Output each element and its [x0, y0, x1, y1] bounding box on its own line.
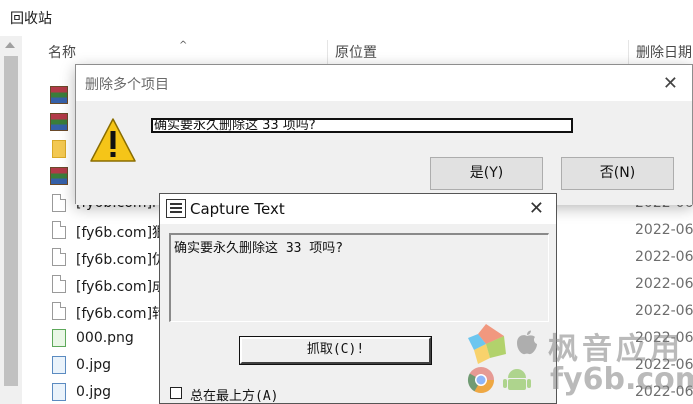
file-date-deleted: 2022-06: [635, 276, 693, 292]
capture-app-icon: [166, 199, 186, 218]
sort-ascending-icon: ^: [179, 40, 188, 51]
yes-button[interactable]: 是(Y): [430, 157, 543, 190]
png-icon: [52, 329, 66, 347]
chrome-logo-icon: [467, 367, 495, 394]
file-name: [fy6b.com]成: [76, 279, 167, 295]
captured-text-area[interactable]: 确实要永久删除这 33 项吗?: [169, 233, 549, 322]
dialog-title: 删除多个项目: [85, 77, 169, 93]
document-icon: [52, 194, 66, 212]
document-icon: [52, 221, 66, 239]
watermark-text-en: fy6b.com: [550, 362, 693, 397]
document-icon: [52, 248, 66, 266]
document-icon: [52, 302, 66, 320]
close-icon[interactable]: ✕: [529, 198, 544, 219]
android-logo-icon: [503, 369, 531, 390]
file-name: 000.png: [76, 330, 134, 346]
jpg-icon: [52, 356, 66, 374]
file-name: 0.jpg: [76, 357, 112, 373]
document-icon: [52, 275, 66, 293]
archive-icon: [50, 167, 68, 185]
warning-icon: [90, 118, 136, 162]
file-name: [fy6b.com]狠: [76, 225, 167, 241]
capture-titlebar: Capture Text ✕: [160, 194, 556, 224]
folder-icon: [52, 140, 66, 158]
file-name: [fy6b.com]转: [76, 306, 167, 322]
file-name: 0.jpg: [76, 384, 112, 400]
checkbox-box[interactable]: [170, 387, 182, 399]
vertical-scrollbar[interactable]: [0, 36, 22, 404]
close-icon[interactable]: ✕: [663, 73, 678, 94]
archive-icon: [50, 86, 68, 104]
archive-icon: [50, 113, 68, 131]
confirm-message: 确实要永久删除这 33 项吗?: [151, 118, 573, 133]
file-date-deleted: 2022-06: [635, 303, 693, 319]
grab-button[interactable]: 抓取(C)!: [239, 336, 432, 365]
watermark: 枫音应用 fy6b.com: [466, 320, 693, 404]
capture-window-title: Capture Text: [190, 200, 285, 218]
apple-logo-icon: [517, 330, 537, 355]
file-date-deleted: 2022-06: [635, 222, 693, 238]
delete-confirm-dialog: 删除多个项目 ✕ 确实要永久删除这 33 项吗? 是(Y) 否(N): [75, 64, 693, 205]
scrollbar-thumb[interactable]: [4, 56, 18, 386]
scroll-up-arrow-icon[interactable]: [5, 42, 15, 48]
always-on-top-label: 总在最上方(A): [190, 389, 279, 404]
column-header-name[interactable]: 名称: [48, 42, 76, 68]
file-date-deleted: 2022-06: [635, 249, 693, 265]
dialog-titlebar: 删除多个项目 ✕: [76, 65, 692, 101]
jpg-icon: [52, 383, 66, 401]
windows-logo-icon: [468, 324, 506, 364]
no-button[interactable]: 否(N): [561, 157, 674, 190]
file-name: [fy6b.com]仿: [76, 252, 167, 268]
window-title: 回收站: [10, 11, 52, 27]
explorer-titlebar: 回收站: [0, 0, 693, 36]
